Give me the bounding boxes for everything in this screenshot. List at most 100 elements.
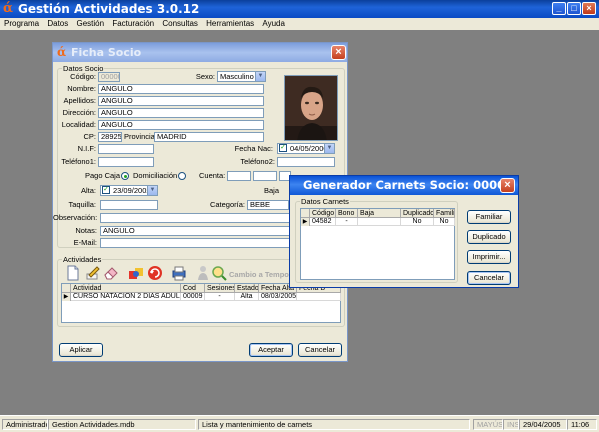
menu-datos[interactable]: Datos [44, 18, 71, 30]
observacion-label: Observación: [53, 213, 98, 222]
table-cell[interactable]: No [401, 218, 434, 226]
duplicado-button[interactable]: Duplicado [467, 230, 511, 244]
minimize-button[interactable]: _ [552, 2, 566, 15]
current-row-arrow-icon: ▶ [62, 293, 71, 301]
cancelar-button[interactable]: Cancelar [298, 343, 342, 357]
ficha-close-button[interactable]: × [331, 45, 346, 60]
fecha-nac-picker[interactable]: ✓ 04/05/2000 ▼ [277, 143, 335, 154]
app-logo-icon: ά [3, 1, 14, 16]
generador-carnets-title: Generador Carnets Socio: 00000 [303, 178, 514, 192]
telefono2-label: Teléfono2: [240, 157, 275, 166]
status-user: Administrador [2, 419, 48, 430]
datos-carnets-legend: Datos Carnets [300, 197, 350, 206]
telefono1-field[interactable] [98, 157, 154, 167]
table-cell[interactable]: CURSO NATACION 2 DIAS ADUL [71, 293, 181, 301]
taquilla-field[interactable] [100, 200, 158, 210]
carnets-close-button[interactable]: × [500, 178, 515, 193]
alta-date-picker[interactable]: ✓ 23/09/2002 ▼ [100, 185, 158, 196]
fecha-nac-checkbox[interactable]: ✓ [279, 144, 287, 152]
col-bono[interactable]: Bono [336, 209, 358, 218]
users-icon[interactable] [128, 265, 144, 281]
cuenta-field-1[interactable] [227, 171, 251, 181]
categoria-field[interactable]: BEBE [247, 200, 289, 210]
email-field[interactable] [100, 238, 290, 248]
pago-caja-radio[interactable] [121, 172, 129, 180]
person-icon[interactable] [195, 265, 211, 281]
table-cell[interactable]: 04582 [310, 218, 336, 226]
status-database: Gestion Actividades.mdb [48, 419, 196, 430]
status-caps: MAYÚS [473, 419, 503, 430]
domiciliacion-radio[interactable] [178, 172, 186, 180]
row-selector-header [301, 209, 310, 218]
col-actividad[interactable]: Actividad [71, 284, 181, 293]
localidad-field[interactable]: ANGULO [98, 120, 264, 130]
table-cell[interactable]: 00009 [181, 293, 205, 301]
nombre-field[interactable]: ANGULO [98, 84, 264, 94]
provincia-label: Provincia: [124, 132, 157, 141]
aceptar-button[interactable]: Aceptar [249, 343, 293, 357]
aplicar-button[interactable]: Aplicar [59, 343, 103, 357]
col-cod[interactable]: Cod [181, 284, 205, 293]
menu-bar: Programa Datos Gestión Facturación Consu… [0, 18, 599, 30]
menu-facturacion[interactable]: Facturación [109, 18, 157, 30]
direccion-field[interactable]: ANGULO [98, 108, 264, 118]
carnets-cancelar-button[interactable]: Cancelar [467, 271, 511, 285]
col-sesiones[interactable]: Sesiones [205, 284, 235, 293]
chevron-down-icon: ▼ [324, 144, 334, 153]
actividades-table: Actividad Cod Sesiones Estado Fecha Alta… [61, 283, 341, 323]
close-button[interactable]: × [582, 2, 596, 15]
col-baja[interactable]: Baja [358, 209, 401, 218]
ficha-socio-title: Ficha Socio [71, 46, 142, 59]
menu-gestion[interactable]: Gestión [74, 18, 108, 30]
eraser-icon[interactable] [103, 265, 119, 281]
status-message: Lista y mantenimiento de carnets [198, 419, 470, 430]
telefono2-field[interactable] [277, 157, 335, 167]
actividades-legend: Actividades [62, 255, 103, 264]
new-document-icon[interactable] [65, 265, 81, 281]
telefono1-label: Teléfono1: [61, 157, 96, 166]
col-estado[interactable]: Estado [235, 284, 259, 293]
menu-programa[interactable]: Programa [0, 18, 42, 30]
table-cell[interactable] [297, 293, 341, 301]
nif-field[interactable] [98, 144, 154, 154]
pago-caja-label: Pago Caja [85, 171, 121, 180]
alta-checkbox[interactable]: ✓ [102, 186, 110, 194]
socio-photo [284, 75, 338, 141]
categoria-label: Categoría: [209, 200, 245, 209]
menu-consultas[interactable]: Consultas [159, 18, 201, 30]
notas-field[interactable]: ANGULO [100, 226, 290, 236]
col-duplicado[interactable]: Duplicado [401, 209, 434, 218]
familiar-button[interactable]: Familiar [467, 210, 511, 224]
email-label: E-Mail: [73, 238, 97, 247]
apellidos-field[interactable]: ANGULO [98, 96, 264, 106]
imprimir-button[interactable]: Imprimir... [467, 250, 511, 264]
cp-label: CP: [83, 132, 96, 141]
menu-herramientas[interactable]: Herramientas [203, 18, 257, 30]
sexo-label: Sexo: [195, 72, 215, 81]
table-cell[interactable]: 08/03/2005 [259, 293, 297, 301]
cambio-temporada-icon[interactable] [211, 265, 227, 281]
edit-pencil-icon[interactable] [85, 265, 101, 281]
generador-carnets-dialog: Generador Carnets Socio: 00000 × Datos C… [289, 175, 519, 288]
baja-label: Baja [264, 186, 280, 195]
col-familiar[interactable]: Familiar [434, 209, 455, 218]
cp-field[interactable]: 28925 [98, 132, 122, 142]
cuenta-field-2[interactable] [253, 171, 277, 181]
codigo-label: Código: [70, 72, 96, 81]
table-cell[interactable] [358, 218, 401, 226]
table-cell[interactable]: - [205, 293, 235, 301]
col-codigo[interactable]: Código [310, 209, 336, 218]
table-cell[interactable]: Alta [235, 293, 259, 301]
sexo-select[interactable]: Masculino ▼ [217, 71, 266, 82]
table-cell[interactable]: No [434, 218, 455, 226]
provincia-field[interactable]: MADRID [154, 132, 264, 142]
refresh-icon[interactable] [147, 265, 163, 281]
direccion-label: Dirección: [62, 108, 96, 117]
table-cell[interactable]: - [336, 218, 358, 226]
domiciliacion-label: Domiciliación [133, 171, 178, 180]
taquilla-label: Taquilla: [68, 200, 96, 209]
printer-icon[interactable] [171, 265, 187, 281]
observacion-field[interactable] [100, 213, 290, 223]
maximize-button[interactable]: □ [567, 2, 581, 15]
menu-ayuda[interactable]: Ayuda [259, 18, 288, 30]
